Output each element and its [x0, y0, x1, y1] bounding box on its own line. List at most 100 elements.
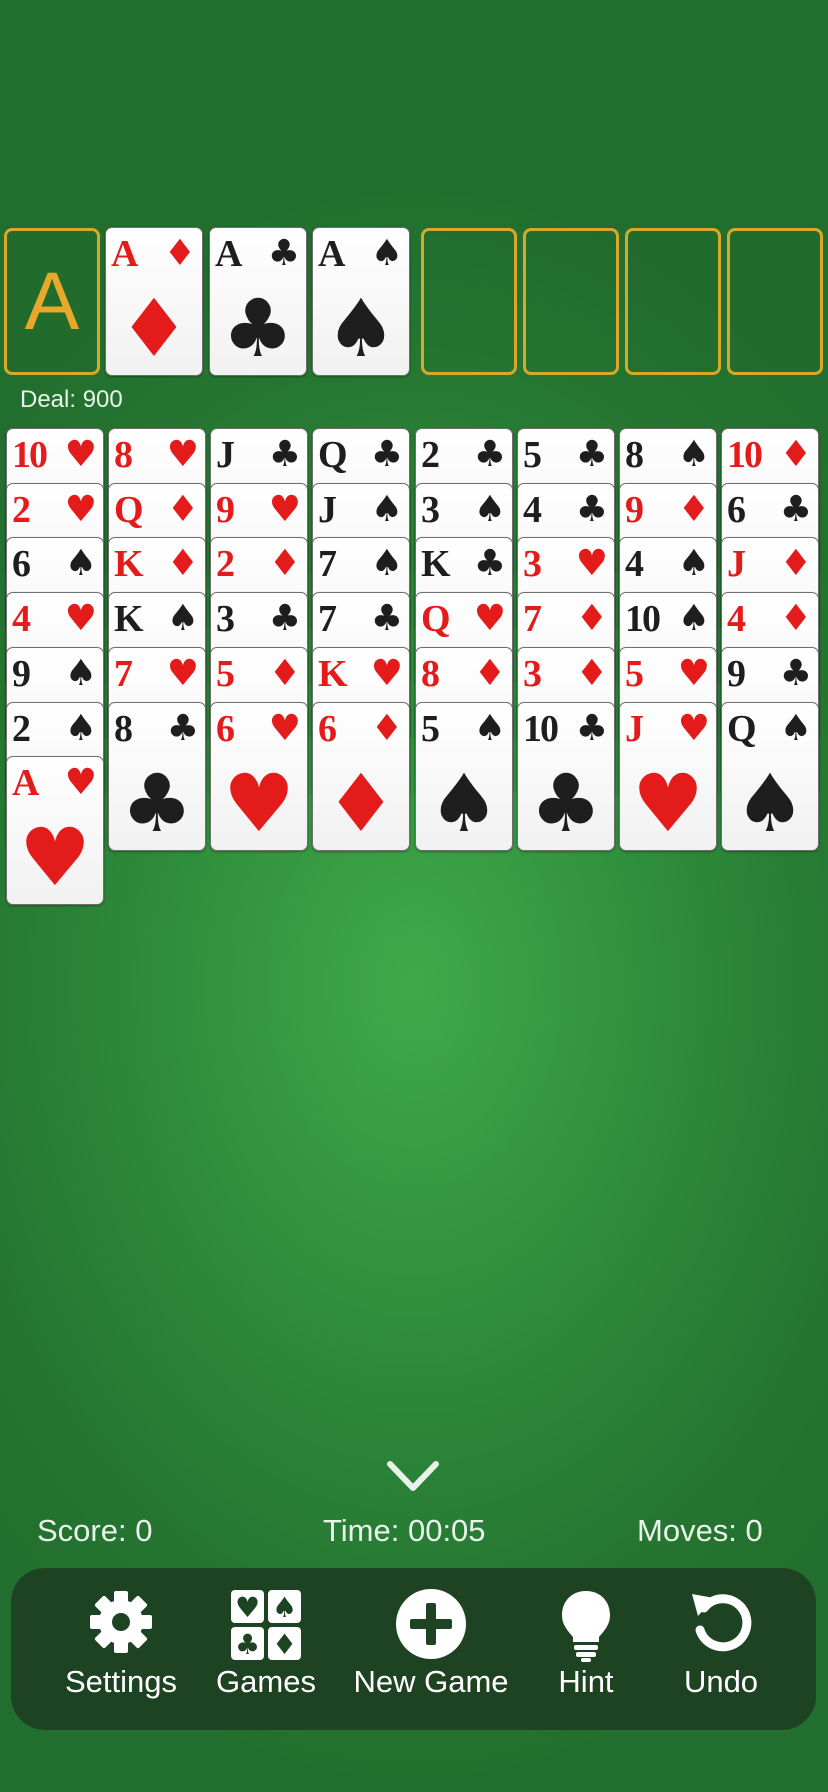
card-rank: J: [216, 434, 235, 476]
card-rank: A: [12, 762, 39, 804]
freecell-2[interactable]: [523, 228, 619, 375]
card-rank: J: [727, 543, 746, 585]
card-suit-icon: ♠: [677, 434, 710, 475]
card-suit-icon: ♥: [677, 708, 710, 749]
card-rank: 7: [318, 598, 337, 640]
card-suit-icon: ♦: [268, 653, 301, 694]
card-suit-icon: ♣: [268, 598, 301, 639]
time-label: Time: 00:05: [323, 1513, 486, 1548]
card-rank: 8: [114, 434, 133, 476]
freecell-3[interactable]: [625, 228, 721, 375]
tableau-card[interactable]: A ♥ ♥: [6, 756, 104, 905]
card-rank: 5: [625, 653, 644, 695]
tableau-card[interactable]: Q ♠ ♠: [721, 702, 819, 851]
foundation-card-3[interactable]: A ♣ ♣: [209, 227, 307, 376]
card-rank: A: [318, 233, 345, 275]
card-suit-icon: ♥: [268, 708, 301, 749]
undo-button[interactable]: Undo: [651, 1568, 791, 1730]
card-rank: Q: [421, 598, 451, 640]
moves-label: Moves: 0: [637, 1513, 763, 1548]
games-button[interactable]: ♥ ♠ ♣ ♦ Games: [196, 1568, 336, 1730]
card-suit-icon: ♠: [677, 543, 710, 584]
tableau-card[interactable]: 8 ♣ ♣: [108, 702, 206, 851]
settings-label: Settings: [64, 1664, 177, 1699]
card-suit-icon: ♣: [370, 598, 403, 639]
card-suit-icon: ♥: [473, 598, 506, 639]
card-center-suit-icon: ♠: [428, 757, 500, 850]
freecell-4[interactable]: [727, 228, 823, 375]
chevron-down-icon[interactable]: [386, 1458, 440, 1494]
card-suit-icon: ♥: [575, 543, 608, 584]
undo-label: Undo: [683, 1664, 759, 1699]
card-rank: 5: [421, 708, 440, 750]
lightbulb-icon: [562, 1591, 610, 1662]
card-suit-icon: ♥: [166, 434, 199, 475]
card-suit-icon: ♥: [64, 598, 97, 639]
tableau-card[interactable]: 5 ♠ ♠: [415, 702, 513, 851]
card-center-suit-icon: ♦: [118, 282, 190, 375]
card-suit-icon: ♣: [267, 233, 300, 274]
card-rank: K: [421, 543, 451, 585]
deal-number: Deal: 900: [20, 386, 123, 413]
card-rank: 3: [216, 598, 235, 640]
card-center-suit-icon: ♣: [530, 757, 602, 850]
card-rank: Q: [114, 489, 144, 531]
card-suit-icon: ♠: [64, 543, 97, 584]
card-center-suit-icon: ♣: [121, 757, 193, 850]
card-suit-icon: ♥: [64, 489, 97, 530]
svg-text:♣: ♣: [235, 1628, 260, 1661]
gear-icon: [90, 1591, 152, 1653]
card-center-suit-icon: ♥: [632, 757, 704, 850]
card-rank: 2: [216, 543, 235, 585]
card-suit-icon: ♣: [473, 434, 506, 475]
tableau-card[interactable]: 6 ♦ ♦: [312, 702, 410, 851]
card-suit-icon: ♠: [779, 708, 812, 749]
card-rank: 8: [625, 434, 644, 476]
card-suit-icon: ♣: [575, 708, 608, 749]
card-suit-icon: ♦: [575, 653, 608, 694]
card-rank: 6: [12, 543, 31, 585]
freecell-1[interactable]: [421, 228, 517, 375]
card-center-suit-icon: ♣: [222, 282, 294, 375]
card-suit-icon: ♦: [163, 233, 196, 274]
card-suit-icon: ♦: [779, 434, 812, 475]
foundation-card-4[interactable]: A ♠ ♠: [312, 227, 410, 376]
card-rank: 4: [12, 598, 31, 640]
card-rank: 2: [12, 708, 31, 750]
tableau-card[interactable]: 6 ♥ ♥: [210, 702, 308, 851]
tableau-card[interactable]: J ♥ ♥: [619, 702, 717, 851]
card-rank: 9: [12, 653, 31, 695]
new-game-label: New Game: [353, 1664, 509, 1699]
card-rank: 8: [114, 708, 133, 750]
card-rank: 7: [523, 598, 542, 640]
card-rank: Q: [318, 434, 348, 476]
settings-button[interactable]: Settings: [41, 1568, 201, 1730]
card-suit-icon: ♥: [64, 434, 97, 475]
foundation-card-2[interactable]: A ♦ ♦: [105, 227, 203, 376]
tableau-card[interactable]: 10 ♣ ♣: [517, 702, 615, 851]
card-suit-icon: ♠: [370, 489, 403, 530]
plus-circle-icon: [396, 1589, 466, 1659]
card-rank: J: [318, 489, 337, 531]
hint-button[interactable]: Hint: [521, 1568, 651, 1730]
card-rank: 6: [318, 708, 337, 750]
card-rank: 3: [523, 543, 542, 585]
card-suit-icon: ♦: [166, 543, 199, 584]
card-suit-icon: ♣: [575, 434, 608, 475]
card-rank: 10: [12, 434, 48, 476]
card-suit-icon: ♠: [473, 489, 506, 530]
card-rank: 3: [523, 653, 542, 695]
card-rank: K: [318, 653, 348, 695]
card-rank: 10: [523, 708, 559, 750]
card-rank: 6: [216, 708, 235, 750]
card-rank: 8: [421, 653, 440, 695]
card-suit-icon: ♠: [370, 233, 403, 274]
new-game-button[interactable]: New Game: [336, 1568, 526, 1730]
card-suits-icon: ♥ ♠ ♣ ♦: [231, 1590, 301, 1661]
svg-text:♦: ♦: [272, 1628, 297, 1661]
card-suit-icon: ♦: [370, 708, 403, 749]
card-rank: 3: [421, 489, 440, 531]
card-rank: 2: [12, 489, 31, 531]
bottom-toolbar: Settings ♥ ♠ ♣ ♦ Games New Game Hint Und…: [11, 1568, 816, 1730]
foundation-slot-1[interactable]: A: [4, 228, 100, 375]
